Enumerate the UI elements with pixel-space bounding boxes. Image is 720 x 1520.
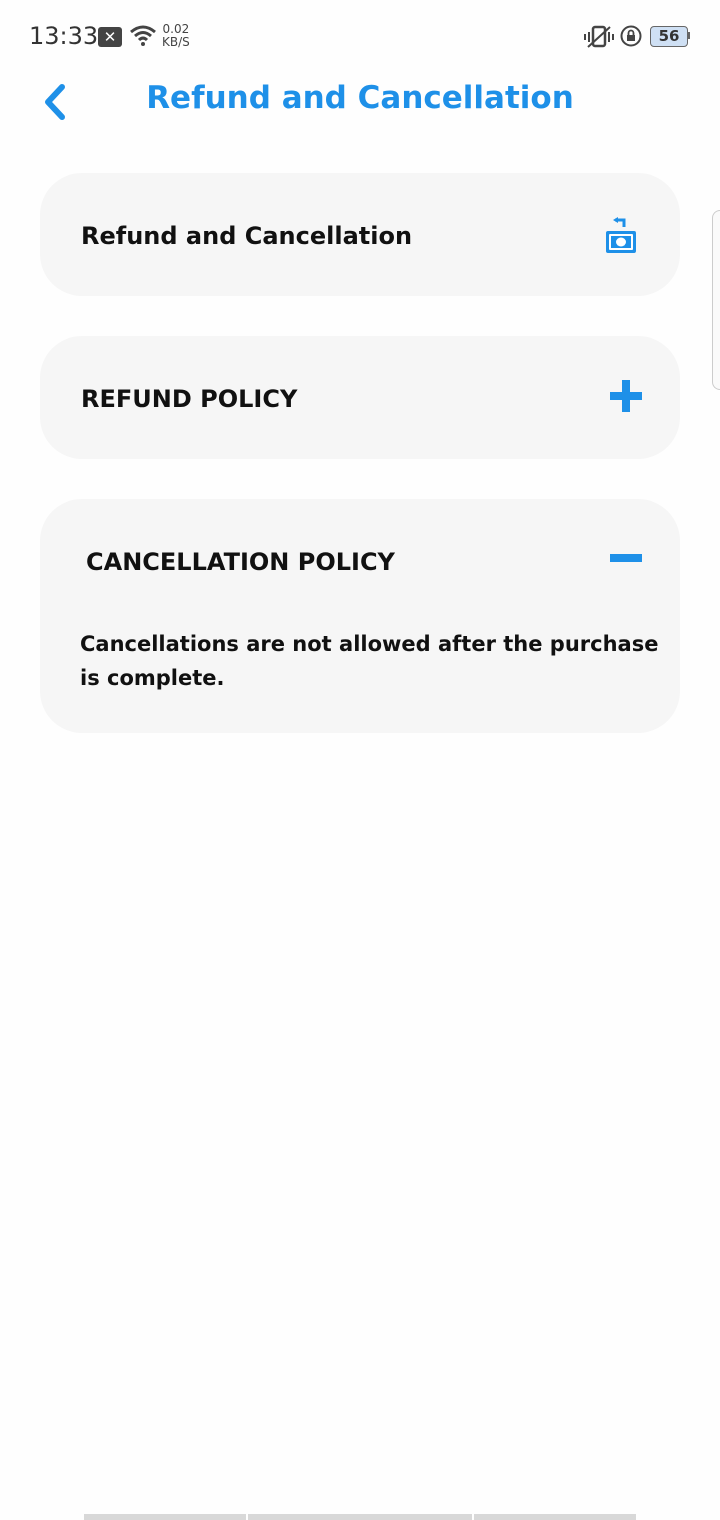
nav-gesture-bar-right[interactable] xyxy=(474,1514,636,1520)
section-label: CANCELLATION POLICY xyxy=(86,548,395,576)
refund-policy-card[interactable]: REFUND POLICY xyxy=(40,336,680,459)
minus-icon[interactable] xyxy=(610,554,642,564)
notification-x-icon: ✕ xyxy=(98,27,122,47)
wifi-icon xyxy=(130,25,156,46)
battery-tip xyxy=(688,32,690,39)
page-title: Refund and Cancellation xyxy=(146,80,574,116)
rotation-lock-icon xyxy=(620,25,642,47)
status-time: 13:33 xyxy=(29,22,99,50)
section-body-text: Cancellations are not allowed after the … xyxy=(80,632,659,690)
vibrate-icon xyxy=(584,25,614,48)
refund-money-icon xyxy=(606,217,636,253)
edge-panel-handle[interactable] xyxy=(712,210,720,390)
network-speed-unit: KB/S xyxy=(162,35,190,49)
battery-level: 56 xyxy=(658,27,680,45)
status-bar: 13:33 ✕ 0.02 KB/S 56 xyxy=(0,0,720,72)
nav-gesture-bar-center[interactable] xyxy=(248,1514,472,1520)
plus-icon[interactable] xyxy=(610,380,642,412)
battery-icon: 56 xyxy=(650,26,688,47)
cancellation-policy-card[interactable]: CANCELLATION POLICY Cancellations are no… xyxy=(40,499,680,733)
section-label: REFUND POLICY xyxy=(81,385,298,413)
network-speed: 0.02 KB/S xyxy=(162,23,190,49)
section-label: Refund and Cancellation xyxy=(81,222,413,250)
refund-cancellation-card[interactable]: Refund and Cancellation xyxy=(40,173,680,296)
nav-gesture-bar-left[interactable] xyxy=(84,1514,246,1520)
